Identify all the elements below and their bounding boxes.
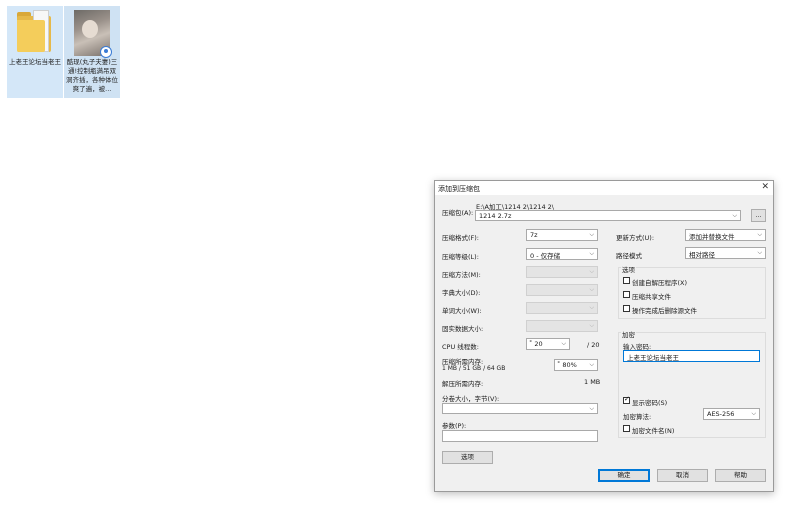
dialog-title: 添加到压缩包 (438, 185, 480, 193)
sfx-label: 创建自解压程序(X) (632, 279, 688, 287)
encrypt-names-checkbox[interactable] (623, 425, 630, 432)
show-password-checkbox[interactable] (623, 395, 630, 404)
update-mode-label: 更新方式(U): (616, 234, 655, 242)
dict-size-label: 字典大小(D): (442, 289, 481, 297)
method-select[interactable]: ⌵ (526, 266, 598, 278)
format-label: 压缩格式(F): (442, 234, 480, 242)
memory-usage-text: 1 MB / 51 GB / 64 GB (442, 365, 506, 372)
level-select[interactable]: 0 - 仅存储 ⌵ (526, 248, 598, 260)
dialog-titlebar: 添加到压缩包 ✕ (435, 181, 773, 195)
cpu-threads-select[interactable]: ˚ 20 ⌵ (526, 338, 570, 350)
split-volume-label: 分卷大小，字节(V): (442, 395, 500, 403)
ok-button[interactable]: 确定 (598, 469, 650, 482)
cpu-threads-label: CPU 线程数: (442, 343, 479, 351)
update-mode-value: 添加并替换文件 (689, 233, 735, 241)
archive-name-combo[interactable]: 1214 2.7z ⌵ (475, 210, 741, 221)
split-volume-combo[interactable]: ⌵ (442, 403, 598, 414)
level-label: 压缩等级(L): (442, 253, 479, 261)
options-button[interactable]: 选项 (442, 451, 493, 464)
decompress-memory-value: 1 MB (584, 378, 601, 386)
encrypt-names-label: 加密文件名(N) (632, 427, 675, 435)
cancel-button[interactable]: 取消 (657, 469, 708, 482)
sync-badge-icon (100, 46, 112, 58)
chevron-down-icon: ⌵ (732, 212, 737, 219)
path-mode-select[interactable]: 相对路径 ⌵ (685, 247, 766, 259)
word-size-label: 单词大小(W): (442, 307, 482, 315)
format-select[interactable]: 7z ⌵ (526, 229, 598, 241)
encryption-method-value: AES-256 (707, 410, 735, 418)
path-mode-label: 路径模式 (616, 252, 642, 260)
chevron-down-icon: ⌵ (751, 410, 756, 417)
archive-name-value: 1214 2.7z (479, 212, 512, 220)
delete-after-label: 操作完成后删除源文件 (632, 307, 697, 315)
memory-percent-number: 80% (562, 361, 577, 369)
solid-size-select[interactable]: ⌵ (526, 320, 598, 332)
cpu-threads-total: / 20 (587, 341, 600, 349)
desktop-icon-label: 上老王论坛当老王 (9, 58, 61, 66)
chevron-down-icon: ⌵ (589, 268, 594, 275)
encryption-method-select[interactable]: AES-256 ⌵ (703, 408, 760, 420)
show-password-label: 显示密码(S) (632, 399, 668, 407)
chevron-down-icon: ⌵ (589, 405, 594, 412)
archive-label: 压缩包(A): (442, 209, 474, 217)
chevron-down-icon: ⌵ (757, 249, 762, 256)
chevron-down-icon: ⌵ (561, 340, 566, 347)
shared-files-checkbox[interactable] (623, 291, 630, 298)
solid-size-label: 固实数据大小: (442, 325, 484, 333)
browse-button[interactable]: ... (751, 209, 766, 222)
path-mode-value: 相对路径 (689, 251, 715, 259)
chevron-down-icon: ⌵ (589, 231, 594, 238)
memory-percent-select[interactable]: ˚ 80% ⌵ (554, 359, 598, 371)
cpu-threads-value: ˚ 20 (529, 340, 543, 348)
params-label: 参数(P): (442, 422, 467, 430)
method-label: 压缩方法(M): (442, 271, 481, 279)
help-button[interactable]: 帮助 (715, 469, 766, 482)
desktop-icon-folder[interactable]: 上老王论坛当老王 (7, 6, 63, 98)
chevron-down-icon: ⌵ (589, 250, 594, 257)
encryption-group-title: 加密 (621, 329, 636, 339)
sfx-checkbox[interactable] (623, 277, 630, 284)
format-value: 7z (530, 231, 538, 239)
desktop-icon-video[interactable]: 酷现(丸子夫妻)三通!控制瓶满吊双洞齐插，各种体位爽了遍，被... (64, 6, 120, 98)
password-value: 上老王论坛当老王 (627, 354, 679, 362)
options-group-title: 选项 (621, 264, 636, 274)
chevron-down-icon: ⌵ (589, 286, 594, 293)
cpu-threads-number: 20 (534, 340, 543, 348)
desktop-icon-label: 酷现(丸子夫妻)三通!控制瓶满吊双洞齐插，各种体位爽了遍，被... (66, 58, 118, 93)
dict-size-select[interactable]: ⌵ (526, 284, 598, 296)
word-size-select[interactable]: ⌵ (526, 302, 598, 314)
video-thumbnail-icon (74, 10, 112, 58)
chevron-down-icon: ⌵ (589, 322, 594, 329)
chevron-down-icon: ⌵ (589, 304, 594, 311)
close-icon[interactable]: ✕ (761, 182, 769, 192)
level-value: 0 - 仅存储 (530, 252, 561, 260)
params-input[interactable] (442, 430, 598, 442)
add-to-archive-dialog: 添加到压缩包 ✕ 压缩包(A): E:\A加工\1214 2\1214 2\ 1… (434, 180, 774, 492)
shared-files-label: 压缩共享文件 (632, 293, 671, 301)
delete-after-checkbox[interactable] (623, 305, 630, 312)
folder-icon (17, 10, 53, 56)
memory-percent-value: ˚ 80% (557, 361, 577, 369)
update-mode-select[interactable]: 添加并替换文件 ⌵ (685, 229, 766, 241)
chevron-down-icon: ⌵ (589, 361, 594, 368)
password-input[interactable]: 上老王论坛当老王 (623, 350, 760, 362)
chevron-down-icon: ⌵ (757, 231, 762, 238)
encryption-method-label: 加密算法: (623, 413, 652, 421)
decompress-memory-label: 解压所需内存: (442, 380, 484, 388)
